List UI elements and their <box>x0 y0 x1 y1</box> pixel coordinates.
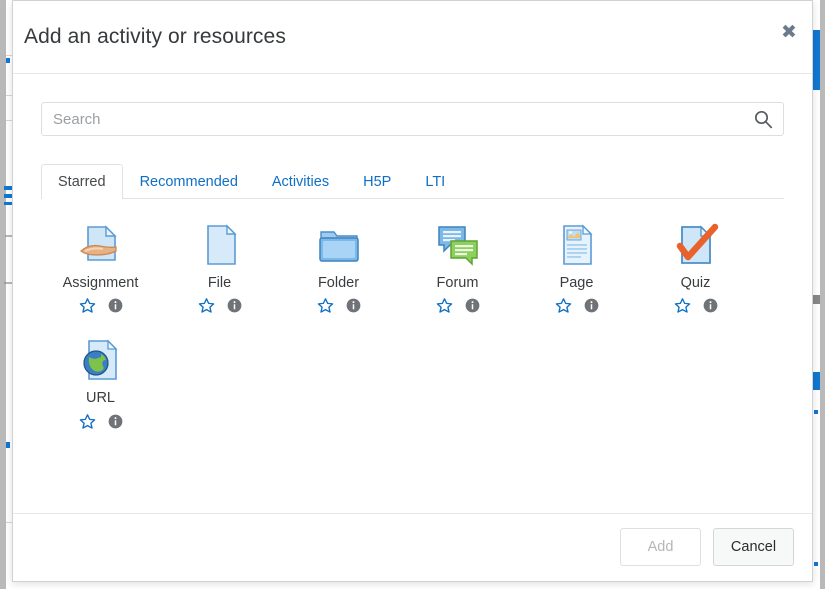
chooser-item-page[interactable]: Page <box>517 221 636 314</box>
cancel-button[interactable]: Cancel <box>713 528 794 566</box>
file-icon <box>196 221 244 269</box>
info-icon[interactable] <box>465 298 480 313</box>
chooser-item-label: Assignment <box>63 275 139 292</box>
chooser-item-label: Forum <box>437 275 479 292</box>
chooser-item-url[interactable]: URL <box>41 336 160 429</box>
chooser-item-quiz[interactable]: Quiz <box>636 221 755 314</box>
folder-icon <box>315 221 363 269</box>
star-outline-icon[interactable] <box>436 297 453 314</box>
chooser-item-label: File <box>208 275 231 292</box>
page-icon <box>553 221 601 269</box>
modal-footer: Add Cancel <box>13 513 812 581</box>
star-outline-icon[interactable] <box>317 297 334 314</box>
close-icon[interactable]: ✖ <box>776 19 802 45</box>
tab-h5p[interactable]: H5P <box>346 164 408 200</box>
chooser-item-actions <box>79 413 123 430</box>
chooser-item-file[interactable]: File <box>160 221 279 314</box>
modal-header: Add an activity or resources ✖ <box>13 1 812 74</box>
chooser-item-label: URL <box>86 390 115 407</box>
star-outline-icon[interactable] <box>79 297 96 314</box>
tab-bar: Starred Recommended Activities H5P LTI <box>41 162 784 199</box>
search-input[interactable] <box>41 102 784 136</box>
info-icon[interactable] <box>108 414 123 429</box>
chooser-item-forum[interactable]: Forum <box>398 221 517 314</box>
chooser-item-actions <box>674 297 718 314</box>
info-icon[interactable] <box>227 298 242 313</box>
add-button[interactable]: Add <box>620 528 701 566</box>
star-outline-icon[interactable] <box>198 297 215 314</box>
search-bar <box>41 102 784 136</box>
chooser-item-label: Page <box>560 275 594 292</box>
chooser-item-label: Folder <box>318 275 359 292</box>
chooser-item-actions <box>79 297 123 314</box>
tab-recommended[interactable]: Recommended <box>123 164 255 200</box>
forum-icon <box>434 221 482 269</box>
add-activity-modal: Add an activity or resources ✖ Starred R… <box>12 0 813 582</box>
info-icon[interactable] <box>108 298 123 313</box>
chooser-item-assignment[interactable]: Assignment <box>41 221 160 314</box>
chooser-item-actions <box>317 297 361 314</box>
search-icon[interactable] <box>753 109 773 129</box>
url-icon <box>77 336 125 384</box>
star-outline-icon[interactable] <box>674 297 691 314</box>
modal-body: Starred Recommended Activities H5P LTI A… <box>13 74 812 513</box>
assignment-icon <box>77 221 125 269</box>
star-outline-icon[interactable] <box>555 297 572 314</box>
chooser-item-label: Quiz <box>681 275 711 292</box>
tab-starred[interactable]: Starred <box>41 164 123 200</box>
info-icon[interactable] <box>703 298 718 313</box>
chooser-item-actions <box>436 297 480 314</box>
info-icon[interactable] <box>346 298 361 313</box>
tab-lti[interactable]: LTI <box>408 164 462 200</box>
star-outline-icon[interactable] <box>79 413 96 430</box>
page-title: Add an activity or resources <box>24 25 286 49</box>
quiz-icon <box>672 221 720 269</box>
chooser-item-actions <box>555 297 599 314</box>
activity-chooser-grid: Assignment <box>41 221 784 452</box>
chooser-item-actions <box>198 297 242 314</box>
info-icon[interactable] <box>584 298 599 313</box>
chooser-item-folder[interactable]: Folder <box>279 221 398 314</box>
tab-activities[interactable]: Activities <box>255 164 346 200</box>
